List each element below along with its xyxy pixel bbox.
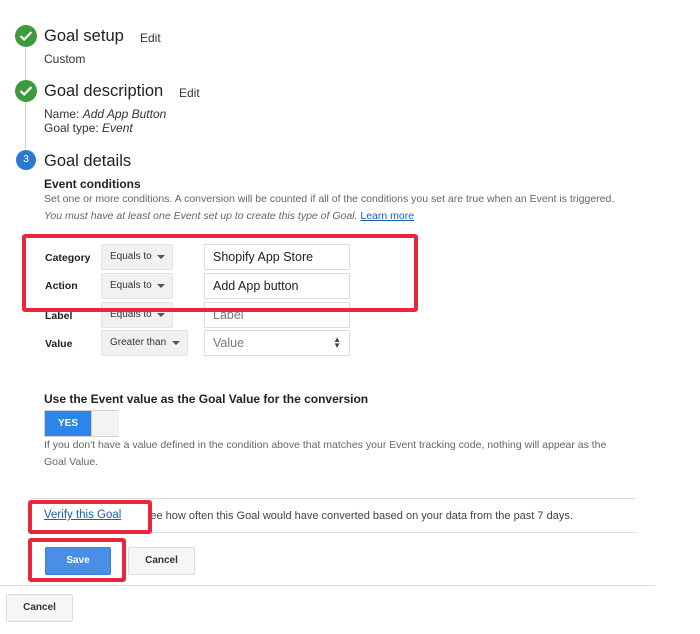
highlight-box-conditions [22, 234, 418, 312]
check-icon [15, 80, 37, 102]
value-operator-dropdown[interactable]: Greater than [101, 330, 188, 356]
goal-type-line: Goal type: Event [44, 121, 133, 135]
goal-description-edit-link[interactable]: Edit [179, 86, 200, 100]
goal-type-label: Goal type: [44, 121, 103, 135]
chevron-down-icon [172, 341, 180, 345]
goal-name-value: Add App Button [82, 107, 167, 121]
outer-cancel-button[interactable]: Cancel [6, 594, 73, 622]
goal-value-heading: Use the Event value as the Goal Value fo… [44, 392, 369, 406]
event-conditions-heading: Event conditions [44, 177, 141, 191]
goal-name-label: Name: [44, 107, 83, 121]
check-icon [15, 25, 37, 47]
goal-setup-value: Custom [44, 52, 86, 66]
step-connector-line [25, 48, 26, 84]
dropdown-value: Greater than [110, 337, 167, 348]
value-number-input[interactable]: Value ▲ ▼ [204, 330, 350, 356]
goal-value-note: If you don't have a value defined in the… [44, 439, 607, 468]
goal-value-toggle[interactable]: YES [44, 410, 119, 437]
value-input-placeholder: Value [213, 336, 245, 350]
learn-more-link[interactable]: Learn more [360, 210, 414, 222]
goal-type-value: Event [102, 121, 133, 135]
condition-label-value: Value [45, 338, 73, 350]
goal-setup-edit-link[interactable]: Edit [140, 31, 161, 45]
conditions-desc-text: Set one or more conditions. A conversion… [44, 193, 615, 205]
spinner-arrows-icon[interactable]: ▲ ▼ [333, 336, 341, 350]
toggle-knob [91, 411, 119, 436]
goal-setup-title: Goal setup [44, 27, 124, 45]
goal-description-title: Goal description [44, 82, 164, 100]
cancel-button[interactable]: Cancel [128, 547, 195, 575]
step-number-badge: 3 [16, 150, 36, 170]
conditions-desc-italic: You must have at least one Event set up … [44, 210, 358, 222]
highlight-box-save [28, 538, 126, 582]
step-connector-line [25, 102, 26, 148]
divider [30, 498, 635, 499]
event-conditions-description: Set one or more conditions. A conversion… [44, 191, 634, 225]
chevron-down-icon [157, 313, 165, 317]
verify-goal-description: See how often this Goal would have conve… [143, 510, 573, 522]
divider [0, 585, 655, 586]
toggle-on-label: YES [45, 411, 91, 436]
goal-details-title: Goal details [44, 152, 132, 170]
verify-goal-link-label: Verify this Goal [44, 509, 122, 521]
goal-name-line: Name: Add App Button [44, 107, 166, 121]
